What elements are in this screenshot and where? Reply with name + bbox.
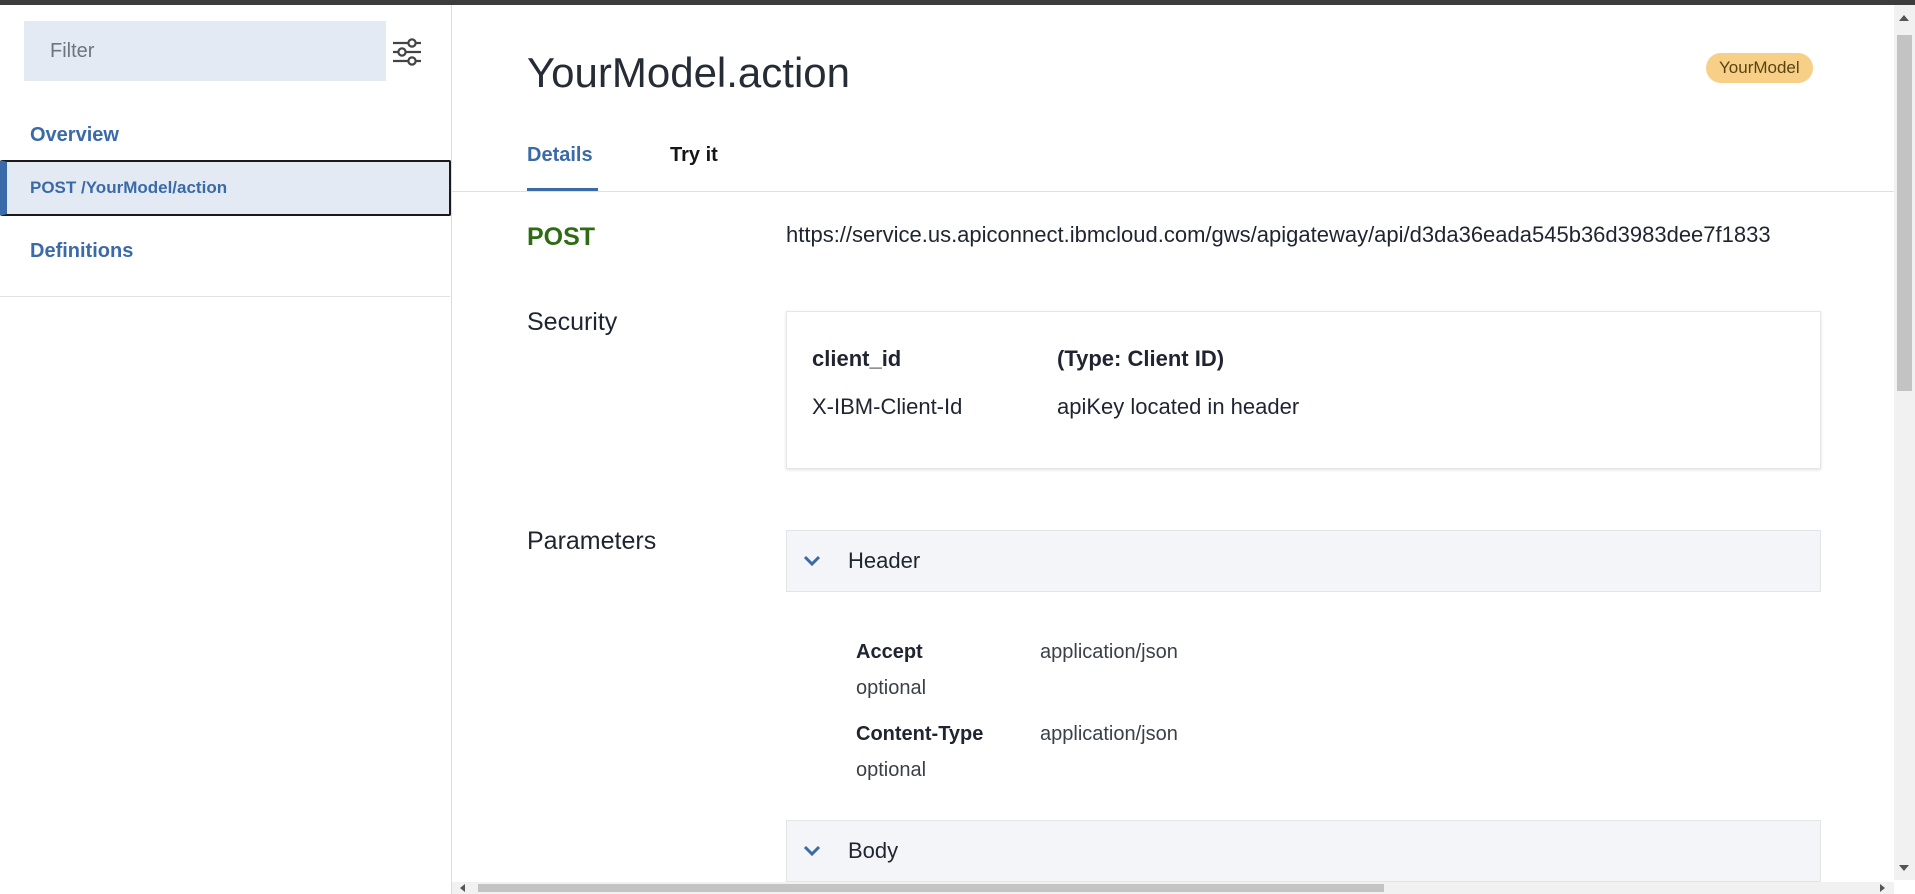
scroll-right-arrow-icon[interactable]: [1880, 884, 1885, 892]
sidebar-divider: [0, 296, 450, 297]
security-card: client_id (Type: Client ID) X-IBM-Client…: [786, 311, 1821, 469]
security-scheme-name: client_id: [812, 346, 902, 371]
param-value: application/json: [1040, 641, 1178, 663]
param-value: application/json: [1040, 723, 1178, 745]
param-name: Content-Type: [856, 723, 984, 745]
scroll-up-arrow-icon[interactable]: [1899, 15, 1909, 21]
scroll-left-arrow-icon[interactable]: [460, 884, 465, 892]
horizontal-scrollbar[interactable]: [452, 882, 1894, 894]
sidebar: Overview POST /YourModel/action Definiti…: [0, 5, 452, 894]
tab-try-it[interactable]: Try it: [670, 144, 718, 167]
body-section-toggle[interactable]: Body: [786, 820, 1821, 882]
chevron-down-icon: [803, 555, 821, 567]
param-required: optional: [856, 759, 927, 781]
header-section-label: Header: [848, 548, 921, 573]
tab-details[interactable]: Details: [527, 144, 593, 167]
scroll-down-arrow-icon[interactable]: [1899, 865, 1909, 871]
sidebar-item-post-yourmodel-action[interactable]: POST /YourModel/action: [0, 160, 451, 216]
sidebar-item-definitions[interactable]: Definitions: [0, 231, 450, 271]
operation-details: YourModel.action YourModel Details Try i…: [452, 5, 1894, 885]
filter-options-button[interactable]: [390, 35, 424, 69]
vertical-scrollbar[interactable]: [1894, 5, 1915, 880]
sliders-icon: [393, 38, 421, 66]
security-label: Security: [527, 308, 618, 336]
header-section-toggle[interactable]: Header: [786, 530, 1821, 592]
sidebar-item-overview[interactable]: Overview: [0, 115, 450, 155]
body-section-label: Body: [848, 838, 899, 863]
security-description: apiKey located in header: [1057, 394, 1300, 419]
param-required: optional: [856, 677, 927, 699]
param-name: Accept: [856, 641, 923, 663]
filter-input[interactable]: [24, 21, 386, 81]
http-method: POST: [527, 223, 596, 251]
parameters-label: Parameters: [527, 527, 657, 555]
chevron-down-icon: [803, 845, 821, 857]
horizontal-scrollbar-thumb[interactable]: [478, 884, 1384, 892]
tag-badge[interactable]: YourModel: [1706, 53, 1813, 83]
page-title: YourModel.action: [527, 49, 850, 96]
tabs-divider: [452, 191, 1894, 192]
vertical-scrollbar-thumb[interactable]: [1897, 35, 1912, 391]
security-header-key: X-IBM-Client-Id: [812, 394, 963, 419]
security-scheme-type: (Type: Client ID): [1057, 346, 1225, 371]
endpoint-url: https://service.us.apiconnect.ibmcloud.c…: [786, 222, 1771, 247]
